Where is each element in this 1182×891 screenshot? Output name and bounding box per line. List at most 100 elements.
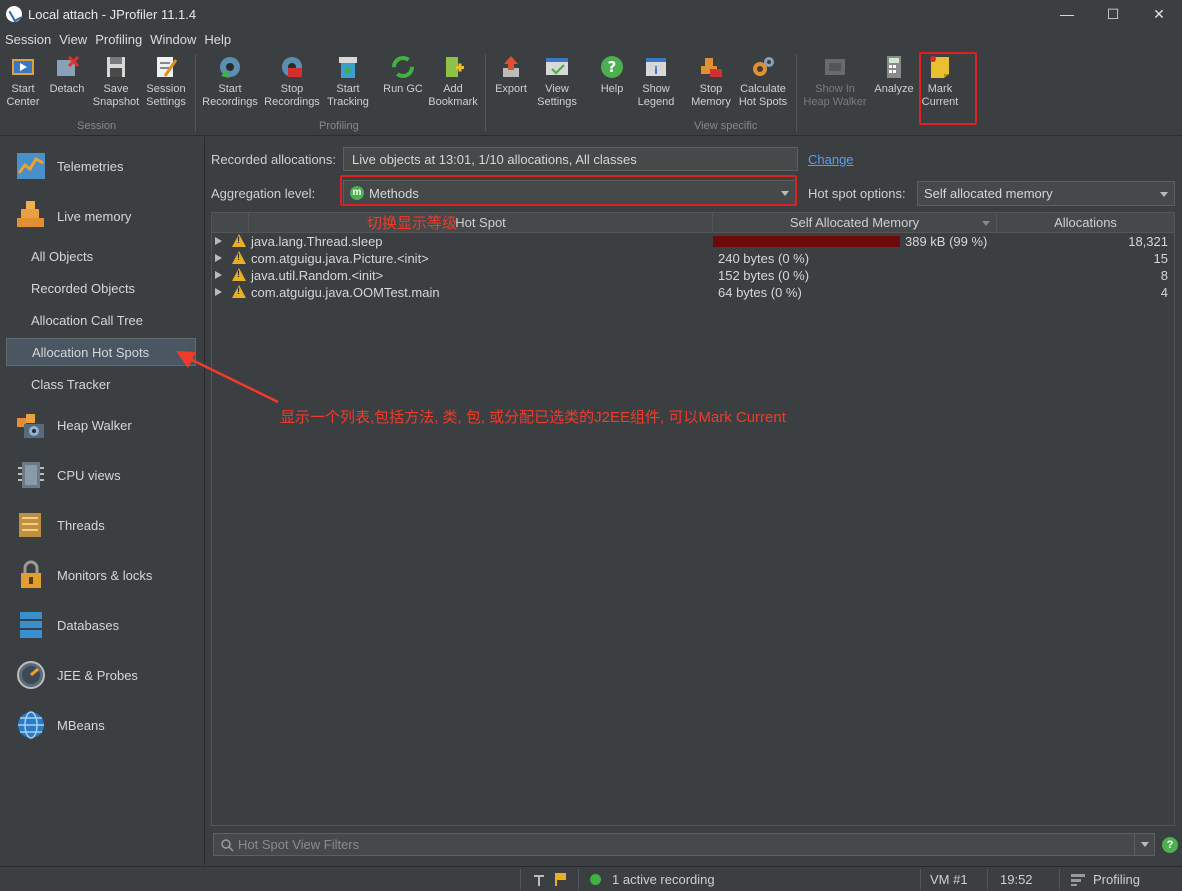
change-link[interactable]: Change: [808, 152, 854, 167]
nav-allocation-hot-spots[interactable]: Allocation Hot Spots: [6, 338, 196, 366]
menu-profiling[interactable]: Profiling: [95, 32, 142, 47]
save-snapshot-button[interactable]: Save Snapshot: [92, 54, 140, 116]
view-settings-button[interactable]: View Settings: [535, 54, 579, 116]
aggregation-highlight: [340, 175, 797, 206]
status-bar: 1 active recording VM #1 19:52 Profiling: [0, 866, 1182, 891]
detach-button[interactable]: Detach: [47, 54, 87, 116]
start-tracking-button[interactable]: Start Tracking: [325, 54, 371, 116]
stop-memory-label2: Memory: [691, 96, 731, 108]
stop-memory-icon: [698, 54, 724, 80]
export-label: Export: [495, 83, 527, 95]
nav-monitors-locks-label: Monitors & locks: [57, 567, 153, 583]
run-gc-button[interactable]: Run GC: [383, 54, 423, 116]
stop-recordings-icon: [279, 54, 305, 80]
filter-dropdown-button[interactable]: [1134, 834, 1154, 855]
annotation-arrow: [176, 351, 279, 404]
nav-allocation-call-tree[interactable]: Allocation Call Tree: [0, 306, 205, 334]
menu-window[interactable]: Window: [150, 32, 196, 47]
table-row[interactable]: com.atguigu.java.OOMTest.main 64 bytes (…: [212, 284, 1174, 301]
start-recordings-button[interactable]: Start Recordings: [201, 54, 259, 116]
table-row[interactable]: com.atguigu.java.Picture.<init> 240 byte…: [212, 250, 1174, 267]
nav-threads[interactable]: Threads: [0, 505, 205, 545]
expand-arrow-icon[interactable]: [215, 271, 222, 279]
help-button[interactable]: ? Help: [596, 54, 628, 116]
calculate-hot-spots-label: Calculate: [740, 83, 786, 95]
show-legend-label2: Legend: [637, 96, 675, 108]
start-center-button[interactable]: Start Center: [4, 54, 42, 116]
nav-monitors-locks[interactable]: Monitors & locks: [0, 555, 205, 595]
title-bar: Local attach - JProfiler 11.1.4 — ☐ ✕: [0, 0, 1182, 28]
expand-arrow-icon[interactable]: [215, 237, 222, 245]
allocations-value: 15: [1153, 251, 1168, 266]
minimize-button[interactable]: —: [1044, 0, 1090, 28]
nav-live-memory-label: Live memory: [57, 208, 132, 224]
help-circle-icon[interactable]: ?: [1162, 837, 1178, 853]
table-row[interactable]: java.lang.Thread.sleep 389 kB (99 %) 18,…: [212, 233, 1174, 250]
start-center-icon: [10, 54, 36, 80]
nav-recorded-objects[interactable]: Recorded Objects: [0, 274, 205, 302]
live-memory-icon: [16, 201, 46, 231]
column-self-allocated-memory[interactable]: Self Allocated Memory: [713, 213, 997, 233]
memory-value: 152 bytes (0 %): [718, 268, 810, 283]
flag-icon[interactable]: [554, 872, 568, 887]
menu-session[interactable]: Session: [5, 32, 51, 47]
window-title: Local attach - JProfiler 11.1.4: [28, 6, 197, 22]
annotation-switch-level: 切换显示等级: [367, 215, 458, 232]
start-tracking-label2: Tracking: [327, 96, 369, 108]
annotation-description: 显示一个列表,包括方法, 类, 包, 或分配已选类的J2EE组件, 可以Mark…: [280, 409, 786, 426]
pin-icon[interactable]: [532, 873, 546, 887]
menu-help[interactable]: Help: [204, 32, 231, 47]
show-legend-icon: i: [643, 54, 669, 80]
session-settings-label2: Settings: [146, 96, 186, 108]
expand-arrow-icon[interactable]: [215, 288, 222, 296]
threads-icon: [16, 510, 46, 540]
nav-heap-walker[interactable]: Heap Walker: [0, 405, 205, 445]
toolbar-separator: [195, 54, 196, 132]
nav-live-memory[interactable]: Live memory: [0, 196, 205, 236]
hotspot-options-select[interactable]: Self allocated memory: [917, 181, 1175, 206]
hot-spot-name: java.util.Random.<init>: [251, 268, 384, 283]
globe-icon: [16, 710, 46, 740]
column-allocations[interactable]: Allocations: [997, 213, 1174, 233]
nav-databases-label: Databases: [57, 617, 120, 633]
nav-cpu-views[interactable]: CPU views: [0, 455, 205, 495]
table-row[interactable]: java.util.Random.<init> 152 bytes (0 %) …: [212, 267, 1174, 284]
time-status: 19:52: [1000, 872, 1033, 887]
nav-databases[interactable]: Databases: [0, 605, 205, 645]
show-in-heap-walker-button[interactable]: Show In Heap Walker: [802, 54, 868, 116]
hot-spots-table: Hot Spot Self Allocated Memory Allocatio…: [211, 212, 1175, 826]
expand-arrow-icon[interactable]: [215, 254, 222, 262]
maximize-button[interactable]: ☐: [1090, 0, 1136, 28]
recording-status-icon: [590, 874, 601, 885]
nav-jee-probes[interactable]: JEE & Probes: [0, 655, 205, 695]
menu-view[interactable]: View: [59, 32, 87, 47]
calculate-hot-spots-icon: [750, 54, 776, 80]
stop-memory-button[interactable]: Stop Memory: [689, 54, 733, 116]
sidebar: Telemetries Live memory All Objects Reco…: [0, 137, 205, 865]
active-recording-status[interactable]: 1 active recording: [612, 872, 715, 887]
column-hot-spot[interactable]: Hot Spot: [249, 213, 713, 233]
status-separator: [1059, 869, 1060, 889]
add-bookmark-button[interactable]: Add Bookmark: [427, 54, 479, 116]
sort-desc-icon: [982, 221, 990, 226]
close-button[interactable]: ✕: [1136, 0, 1182, 28]
hot-spot-name: java.lang.Thread.sleep: [251, 234, 383, 249]
column-self-allocated-memory-label: Self Allocated Memory: [789, 215, 920, 230]
view-settings-icon: [544, 54, 570, 80]
session-settings-button[interactable]: Session Settings: [143, 54, 189, 116]
show-in-heap-walker-label2: Heap Walker: [803, 96, 867, 108]
memory-value: 240 bytes (0 %): [718, 251, 810, 266]
nav-telemetries[interactable]: Telemetries: [0, 146, 205, 186]
hot-spot-filter-input[interactable]: Hot Spot View Filters: [213, 833, 1155, 856]
mark-current-highlight: [919, 52, 977, 125]
start-recordings-label2: Recordings: [202, 96, 258, 108]
analyze-button[interactable]: Analyze: [872, 54, 916, 116]
group-label-view-specific: View specific: [694, 120, 758, 132]
nav-all-objects[interactable]: All Objects: [0, 242, 205, 270]
show-legend-button[interactable]: i Show Legend: [634, 54, 678, 116]
stop-recordings-button[interactable]: Stop Recordings: [263, 54, 321, 116]
export-button[interactable]: Export: [492, 54, 530, 116]
calculate-hot-spots-button[interactable]: Calculate Hot Spots: [737, 54, 789, 116]
help-icon: ?: [599, 54, 625, 80]
nav-mbeans[interactable]: MBeans: [0, 705, 205, 745]
